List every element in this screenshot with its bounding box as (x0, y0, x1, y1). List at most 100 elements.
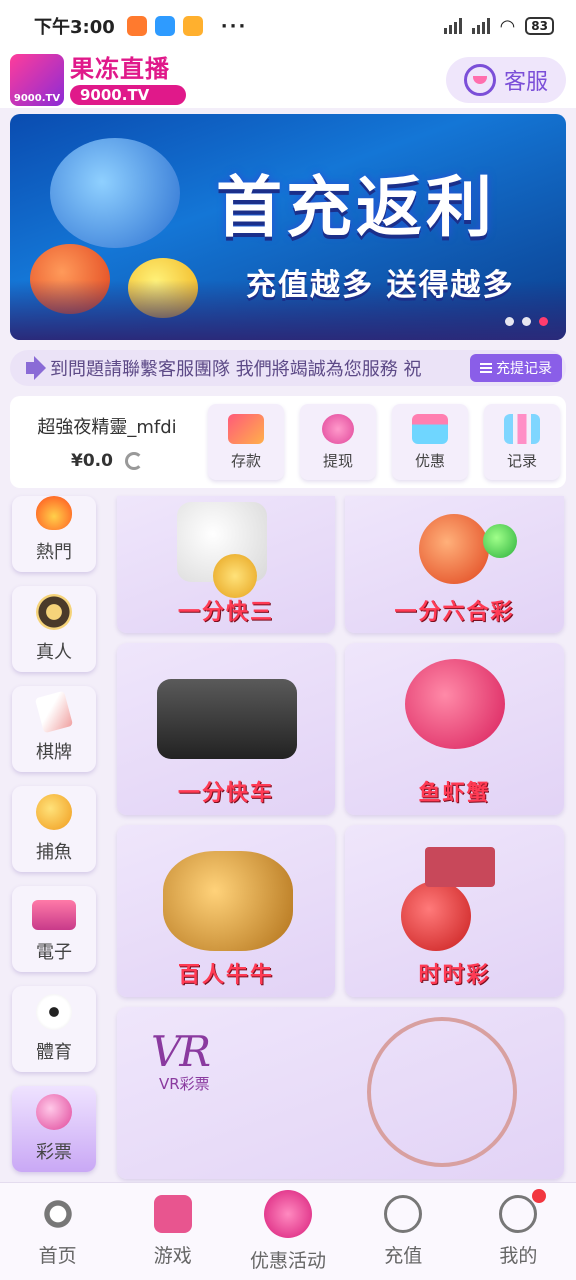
category-sidebar: 熱門 真人 棋牌 捕魚 電子 體育 彩票 (12, 496, 98, 1186)
casino-chip-icon (36, 594, 72, 630)
logo-wordmark: 果冻直播 9000.TV (70, 55, 186, 105)
announcement-text: 到問題請聯繫客服團隊 我們將竭誠為您服務 祝 (50, 359, 422, 380)
category-hot[interactable]: 熱門 (12, 496, 96, 572)
lottery-ball-illustration (401, 881, 471, 951)
customer-service-button[interactable]: 客服 (446, 57, 566, 103)
bull-illustration (163, 851, 293, 951)
game-label: 一分快三 (177, 600, 274, 625)
vr-lottery-tile[interactable]: VR VR彩票 (117, 1007, 564, 1179)
game-label: 百人牛牛 (177, 963, 274, 988)
game-label: 鱼虾蟹 (418, 781, 491, 806)
category-slots[interactable]: 電子 (12, 886, 96, 972)
nav-games[interactable]: 游戏 (115, 1183, 230, 1280)
playing-card-icon (34, 690, 74, 734)
balance: ¥0.0 (71, 451, 143, 471)
nav-label: 充值 (384, 1245, 423, 1267)
lottery-ticket-illustration (425, 847, 495, 887)
app-logo[interactable]: 9000.TV (10, 54, 64, 106)
game-tile[interactable]: 一分六合彩 (345, 496, 564, 633)
refresh-icon[interactable] (124, 452, 143, 470)
category-label: 棋牌 (36, 742, 72, 763)
coin-illustration (213, 554, 257, 598)
nav-label: 优惠活动 (250, 1250, 327, 1272)
game-tile[interactable]: 时时彩 (345, 825, 564, 997)
banner-pager (505, 317, 548, 326)
logo-badge: 9000.TV (13, 93, 61, 104)
game-tile[interactable]: 百人牛牛 (117, 825, 335, 997)
announcement-marquee: 到問題請聯繫客服團隊 我們將竭誠為您服務 祝 充提记录 (10, 350, 566, 386)
list-icon (480, 363, 492, 373)
category-sports[interactable]: 體育 (12, 986, 96, 1072)
nav-profile[interactable]: 我的 (461, 1183, 576, 1280)
nav-label: 我的 (499, 1245, 538, 1267)
pager-dot (522, 317, 531, 326)
gift-icon (412, 413, 448, 444)
status-bar: 下午3:00 ··· ◠ 83 (0, 0, 576, 52)
records-button[interactable]: 记录 (484, 404, 560, 480)
category-label: 電子 (36, 942, 72, 963)
game-tile[interactable]: 鱼虾蟹 (345, 643, 564, 815)
gamepad-icon (153, 1195, 192, 1233)
category-lottery[interactable]: 彩票 (12, 1086, 96, 1172)
promo-banner[interactable]: 首充返利 充值越多 送得越多 (10, 114, 566, 340)
soccer-ball-icon (36, 994, 72, 1030)
lottery-ball-small (483, 524, 517, 558)
category-live[interactable]: 真人 (12, 586, 96, 672)
nav-recharge[interactable]: 充值 (346, 1183, 461, 1280)
nav-promotions[interactable]: 优惠活动 (230, 1183, 345, 1280)
home-avatar-icon (38, 1195, 77, 1233)
recharge-icon (384, 1195, 423, 1233)
lottery-balls-illustration (419, 514, 489, 584)
app-header: 9000.TV 果冻直播 9000.TV 客服 (0, 52, 576, 108)
status-time: 下午3:00 (34, 17, 115, 38)
category-fishing[interactable]: 捕魚 (12, 786, 96, 872)
shark-illustration (50, 138, 180, 248)
logo-title: 果冻直播 (70, 54, 170, 83)
deposit-button[interactable]: 存款 (208, 404, 284, 480)
slot-machine-icon (32, 900, 76, 930)
category-label: 捕魚 (36, 842, 72, 863)
promotions-button[interactable]: 优惠 (392, 404, 468, 480)
nav-home[interactable]: 首页 (0, 1183, 115, 1280)
money-bag-icon (322, 413, 354, 444)
wifi-icon: ◠ (499, 15, 516, 37)
account-info: 超強夜精靈_mfdi ¥0.0 (22, 413, 192, 471)
game-label: 时时彩 (418, 963, 491, 988)
card-icon (228, 413, 264, 444)
pager-dot (505, 317, 514, 326)
category-label: 熱門 (36, 542, 72, 563)
banner-headline: 首充返利 (216, 169, 496, 246)
more-notifications: ··· (220, 15, 248, 37)
bar-chart-icon (504, 413, 540, 444)
nav-label: 首页 (38, 1245, 77, 1267)
deposit-label: 存款 (230, 451, 261, 470)
category-label: 體育 (36, 1042, 72, 1063)
account-actions: 存款 提现 优惠 记录 (208, 404, 560, 480)
bingo-cage-illustration (367, 1017, 517, 1167)
signal-icon (443, 18, 462, 34)
game-label: 一分快车 (177, 781, 274, 806)
records-label: 记录 (506, 451, 537, 470)
signal-icon (471, 18, 490, 34)
withdraw-button[interactable]: 提现 (300, 404, 376, 480)
nav-label: 游戏 (153, 1245, 192, 1267)
category-cards[interactable]: 棋牌 (12, 686, 96, 772)
account-card: 超強夜精靈_mfdi ¥0.0 存款 提现 优惠 记录 (10, 396, 566, 488)
flame-icon (36, 496, 72, 530)
balance-amount: ¥0.0 (71, 451, 113, 471)
game-tile[interactable]: 一分快三 (117, 496, 335, 633)
notification-app-icon (126, 16, 147, 36)
speaker-icon (10, 350, 50, 386)
car-illustration (157, 679, 297, 759)
notification-app-icon (182, 16, 203, 36)
anglerfish-illustration (405, 659, 505, 749)
promotions-label: 优惠 (414, 451, 445, 470)
game-label: 一分六合彩 (394, 600, 515, 625)
lottery-ball-icon (36, 1094, 72, 1130)
customer-service-label: 客服 (503, 70, 548, 95)
headset-icon (463, 64, 496, 96)
game-tile[interactable]: 一分快车 (117, 643, 335, 815)
category-label: 真人 (36, 642, 72, 663)
notification-app-icon (154, 16, 175, 36)
transaction-records-button[interactable]: 充提记录 (470, 354, 562, 382)
